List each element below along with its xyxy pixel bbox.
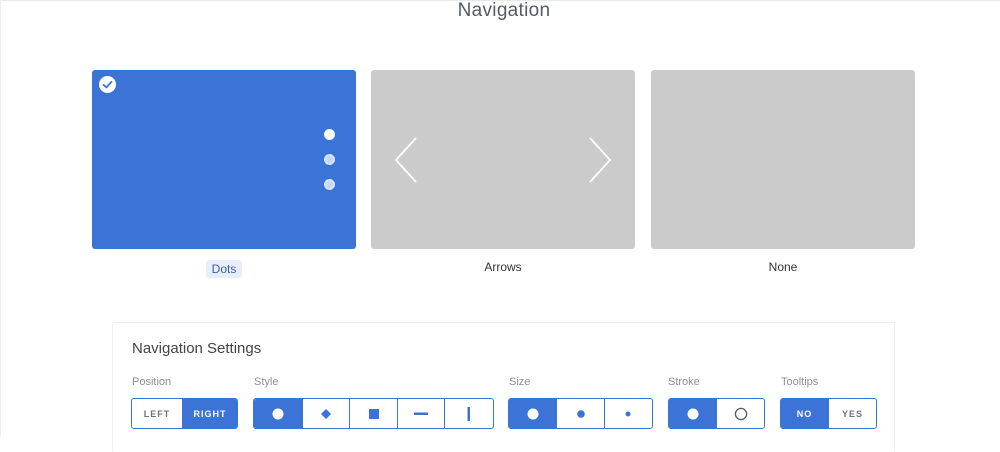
position-right-button[interactable]: RIGHT: [182, 399, 237, 428]
card-label-none: None: [768, 260, 798, 274]
card-label-dots: Dots: [92, 260, 356, 278]
stroke-outline-button[interactable]: [716, 399, 764, 428]
settings-title: Navigation Settings: [132, 340, 262, 357]
size-medium-button[interactable]: [556, 399, 603, 428]
style-segmented-control: [253, 398, 494, 429]
position-segmented-control: LEFT RIGHT: [131, 398, 238, 429]
chevron-left-icon: [394, 137, 417, 183]
size-large-button[interactable]: [509, 399, 557, 428]
style-square-button[interactable]: [349, 399, 397, 428]
position-label: Position: [132, 376, 172, 388]
style-label: Style: [254, 376, 279, 388]
square-icon: [368, 408, 379, 419]
filled-circle-icon: [687, 408, 698, 419]
nav-dot-inactive: [324, 154, 335, 165]
tooltips-label: Tooltips: [781, 376, 819, 388]
position-left-button[interactable]: LEFT: [132, 399, 182, 428]
navigation-option-dots-card[interactable]: [92, 70, 356, 249]
nav-dot-inactive: [324, 179, 335, 190]
circle-icon: [272, 408, 284, 419]
check-icon: [99, 76, 116, 93]
size-small-button[interactable]: [603, 399, 652, 428]
size-segmented-control: [508, 398, 653, 429]
large-dot-icon: [527, 408, 539, 419]
medium-dot-icon: [576, 409, 585, 418]
style-horizontal-line-button[interactable]: [396, 399, 445, 428]
tooltips-segmented-control: NO YES: [780, 398, 877, 429]
stroke-segmented-control: [668, 398, 765, 429]
chevron-right-icon: [589, 137, 612, 183]
style-vertical-line-button[interactable]: [444, 399, 493, 428]
navigation-option-none-card[interactable]: [651, 70, 915, 249]
tooltips-no-button[interactable]: NO: [781, 399, 828, 428]
horizontal-line-icon: [414, 412, 429, 415]
card-label-arrows: Arrows: [484, 260, 522, 274]
diamond-icon: [320, 408, 331, 419]
nav-dot-active: [324, 129, 335, 140]
size-label: Size: [509, 376, 531, 388]
stroke-filled-button[interactable]: [669, 399, 716, 428]
tooltips-yes-button[interactable]: YES: [828, 399, 876, 428]
style-circle-button[interactable]: [254, 399, 302, 428]
navigation-option-arrows-card[interactable]: [371, 70, 635, 249]
stroke-label: Stroke: [668, 376, 700, 388]
style-diamond-button[interactable]: [301, 399, 350, 428]
vertical-line-icon: [467, 406, 471, 421]
small-dot-icon: [625, 411, 631, 416]
navigation-settings-panel: Navigation Settings Position Style Size …: [112, 322, 895, 452]
page-title: Navigation: [457, 0, 551, 21]
outline-circle-icon: [734, 407, 747, 420]
